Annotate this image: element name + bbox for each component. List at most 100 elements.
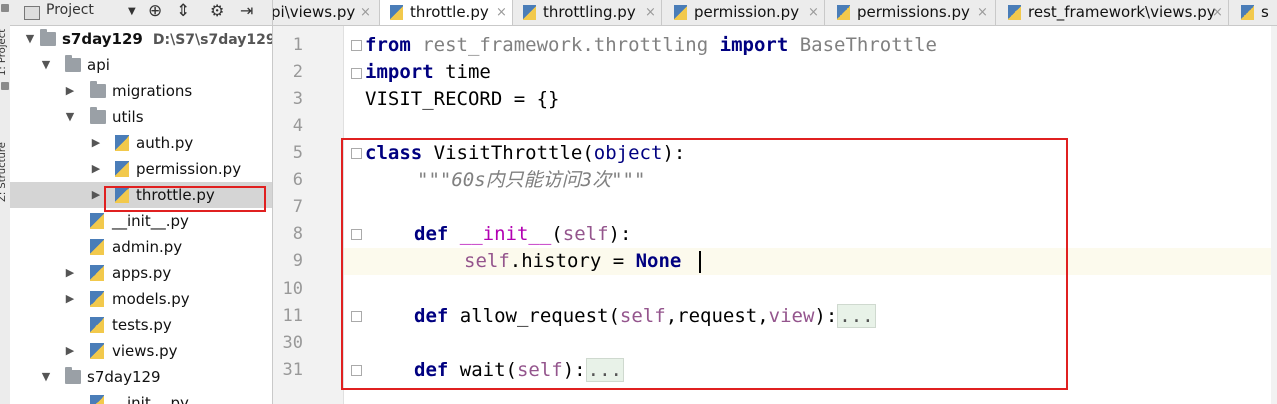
tree-row-models-py[interactable]: ▶ models.py <box>10 286 272 312</box>
close-icon[interactable]: × <box>645 0 656 25</box>
python-file-icon <box>1241 5 1254 20</box>
target-icon[interactable]: ⊕ <box>148 1 162 21</box>
code-editor[interactable]: 1 2 3 4 5 6 7 8 9 10 11 30 31 from rest_… <box>273 26 1277 404</box>
tree-row-s7day129[interactable]: ▼ s7day129 <box>10 364 272 390</box>
chevron-down-icon[interactable]: ▼ <box>64 104 76 130</box>
line-number: 5 <box>292 143 303 163</box>
tab-rest-framework-views-py[interactable]: rest_framework\views.py × <box>996 0 1229 25</box>
python-file-icon <box>90 265 104 281</box>
python-file-icon <box>90 291 104 307</box>
tree-row-init-py-2[interactable]: __init__.py <box>10 390 272 404</box>
python-file-icon <box>90 395 104 404</box>
tree-row-permission-py[interactable]: ▶ permission.py <box>10 156 272 182</box>
import-name: time <box>433 61 491 83</box>
keyword: from <box>365 34 411 56</box>
tree-row-api[interactable]: ▼ api <box>10 52 272 78</box>
line-number: 2 <box>292 62 303 82</box>
line-number: 3 <box>292 89 303 109</box>
folder-icon <box>40 29 56 46</box>
chevron-right-icon[interactable]: ▶ <box>64 338 76 364</box>
tree-label: api <box>87 56 110 74</box>
line-number: 31 <box>282 360 303 380</box>
tree-row-migrations[interactable]: ▶ migrations <box>10 78 272 104</box>
folder-icon <box>65 367 81 384</box>
tree-row-views-py[interactable]: ▶ views.py <box>10 338 272 364</box>
chevron-down-icon[interactable]: ▼ <box>24 26 36 52</box>
tree-label: tests.py <box>112 316 172 334</box>
project-title[interactable]: Project <box>46 2 94 18</box>
python-file-icon <box>837 5 850 20</box>
chevron-down-icon[interactable]: ▼ <box>40 364 52 390</box>
tree-row-admin-py[interactable]: admin.py <box>10 234 272 260</box>
folder-icon <box>90 107 106 124</box>
keyword: import <box>719 34 789 56</box>
tree-path: D:\S7\s7day129 <box>152 32 273 48</box>
project-toolbar: Project ▼ ⊕ ⇕ ⚙ ⇥ <box>10 0 272 26</box>
close-icon[interactable]: × <box>496 0 507 25</box>
line-number: 30 <box>282 333 303 353</box>
tab-label: pi\views.py <box>273 3 356 21</box>
line-number: 10 <box>282 279 303 299</box>
tab-label: throttle.py <box>410 3 489 21</box>
tab-label: throttling.py <box>543 3 636 21</box>
structure-tool-icon[interactable] <box>1 82 9 90</box>
project-view-icon <box>24 6 40 20</box>
chevron-right-icon[interactable]: ▶ <box>90 182 102 208</box>
folder-icon <box>90 81 106 98</box>
tab-permission-py[interactable]: permission.py × <box>662 0 825 25</box>
folder-icon <box>65 55 81 72</box>
chevron-right-icon[interactable]: ▶ <box>90 130 102 156</box>
close-icon[interactable]: × <box>977 0 988 25</box>
chevron-right-icon[interactable]: ▶ <box>64 260 76 286</box>
python-file-icon <box>90 213 104 229</box>
hide-icon[interactable]: ⇥ <box>240 1 253 20</box>
fold-marker-icon[interactable] <box>351 68 362 79</box>
chevron-down-icon[interactable]: ▼ <box>40 52 52 78</box>
tree-label: views.py <box>112 342 178 360</box>
tree-row-s7day129-root[interactable]: ▼ s7day129 D:\S7\s7day129 <box>10 26 272 52</box>
tree-row-tests-py[interactable]: tests.py <box>10 312 272 338</box>
tree-label: models.py <box>112 290 190 308</box>
keyword: import <box>365 61 434 83</box>
python-file-icon <box>90 343 104 359</box>
tree-row-init-py[interactable]: __init__.py <box>10 208 272 234</box>
chevron-right-icon[interactable]: ▶ <box>90 156 102 182</box>
right-scrollbar[interactable] <box>1271 26 1277 404</box>
line-number: 1 <box>292 35 303 55</box>
tab-permissions-py[interactable]: permissions.py × <box>825 0 996 25</box>
tree-label: auth.py <box>136 134 194 152</box>
tree-row-auth-py[interactable]: ▶ auth.py <box>10 130 272 156</box>
collapse-icon[interactable]: ⇕ <box>176 1 190 21</box>
chevron-down-icon[interactable]: ▼ <box>128 6 136 17</box>
close-icon[interactable]: × <box>360 0 371 25</box>
line-number: 9 <box>292 251 303 271</box>
close-icon[interactable]: × <box>1212 0 1223 25</box>
tree-row-utils[interactable]: ▼ utils <box>10 104 272 130</box>
tree-label: s7day129 <box>87 368 161 386</box>
tab-throttling-py[interactable]: throttling.py × <box>513 0 662 25</box>
tab-label: permission.py <box>694 3 800 21</box>
close-icon[interactable]: × <box>808 0 819 25</box>
python-file-icon <box>90 239 104 255</box>
line-number: 6 <box>292 170 303 190</box>
tab-label: permissions.py <box>857 3 970 21</box>
tab-api-views-py[interactable]: pi\views.py × <box>273 0 380 25</box>
tree-label: s7day129 D:\S7\s7day129 <box>62 26 273 53</box>
editor-tab-bar: pi\views.py × throttle.py × throttling.p… <box>273 0 1277 26</box>
chevron-right-icon[interactable]: ▶ <box>64 78 76 104</box>
tab-label: rest_framework\views.py <box>1028 3 1216 21</box>
tree-label: migrations <box>112 82 193 100</box>
fold-marker-icon[interactable] <box>351 40 362 51</box>
chevron-right-icon[interactable]: ▶ <box>64 286 76 312</box>
annotation-box-code <box>341 138 1068 390</box>
tree-row-apps-py[interactable]: ▶ apps.py <box>10 260 272 286</box>
python-file-icon <box>674 5 687 20</box>
python-file-icon <box>90 317 104 333</box>
gear-icon[interactable]: ⚙ <box>210 1 224 20</box>
tab-overflow[interactable]: s <box>1229 0 1277 25</box>
project-tool-icon[interactable] <box>1 4 9 12</box>
line-number: 7 <box>292 197 303 217</box>
tab-throttle-py[interactable]: throttle.py × <box>380 0 513 25</box>
import-name: BaseThrottle <box>788 34 937 56</box>
line-number-gutter: 1 2 3 4 5 6 7 8 9 10 11 30 31 <box>273 26 362 404</box>
